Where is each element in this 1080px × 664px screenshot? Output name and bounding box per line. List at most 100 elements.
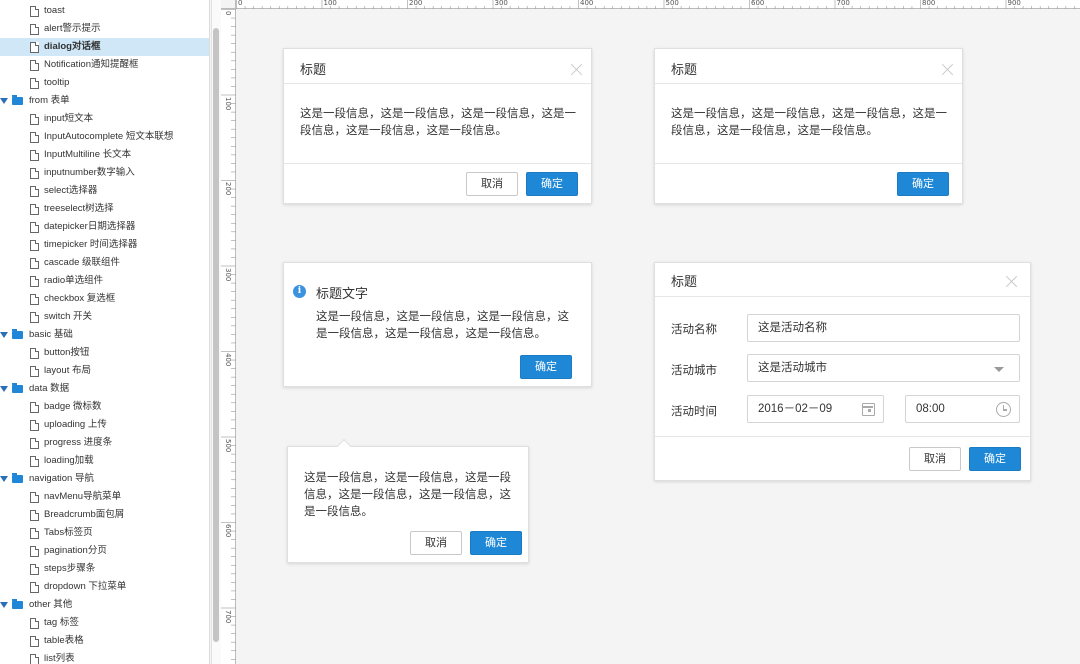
folder-icon [12, 383, 23, 393]
file-icon [30, 636, 39, 647]
design-canvas-app: toast alert警示提示 dialog对话框 Notification通知提醒框… [0, 0, 1080, 664]
file-icon [30, 456, 39, 467]
tree-item[interactable]: Tabs标签页 [0, 524, 209, 542]
folder-icon [12, 329, 23, 339]
activity-name-label: 活动名称 [671, 324, 717, 336]
file-icon [30, 546, 39, 557]
clock-icon[interactable] [996, 402, 1011, 417]
dialog-body: 这是一段信息，这是一段信息，这是一段信息，这是一段信息，这是一段信息，这是一段信… [671, 108, 947, 137]
tree-item-label: treeselect树选择 [44, 203, 114, 214]
tree-item-label: dialog对话框 [44, 41, 101, 52]
file-icon [30, 348, 39, 359]
tree-item[interactable]: badge 微标数 [0, 398, 209, 416]
ruler-label: 500 [665, 0, 679, 7]
tree-item[interactable]: loading加载 [0, 452, 209, 470]
dialog-ok-only: 标题 这是一段信息，这是一段信息，这是一段信息，这是一段信息，这是一段信息，这是… [654, 48, 963, 204]
ruler-label: 300 [224, 267, 232, 281]
tree-item[interactable]: switch 开关 [0, 308, 209, 326]
tree-item[interactable]: steps步骤条 [0, 560, 209, 578]
file-icon [30, 654, 39, 664]
sidebar-scrollbar-thumb[interactable] [213, 28, 219, 642]
tree-item[interactable]: tag 标签 [0, 614, 209, 632]
tree-item[interactable]: dialog对话框 [0, 38, 209, 56]
expand-triangle-icon[interactable] [0, 602, 8, 608]
tree-folder[interactable]: other 其他 [0, 596, 209, 614]
close-icon[interactable] [571, 63, 583, 75]
tree-folder[interactable]: navigation 导航 [0, 470, 209, 488]
tree-item-label: cascade 级联组件 [44, 257, 121, 268]
tree-item[interactable]: dropdown 下拉菜单 [0, 578, 209, 596]
tree-item-label: progress 进度条 [44, 437, 113, 448]
file-icon [30, 528, 39, 539]
folder-icon [12, 473, 23, 483]
tree-item[interactable]: input短文本 [0, 110, 209, 128]
calendar-icon[interactable] [862, 403, 875, 416]
ok-button[interactable]: 确定 [897, 172, 949, 196]
tree-item[interactable]: layout 布局 [0, 362, 209, 380]
folder-icon [12, 95, 23, 105]
file-icon [30, 24, 39, 35]
date-value: 2016－02－09 [758, 403, 833, 415]
tree-item[interactable]: list列表 [0, 650, 209, 664]
tree-item[interactable]: InputAutocomplete 短文本联想 [0, 128, 209, 146]
tree-item-label: Notification通知提醒框 [44, 59, 139, 70]
tree-item[interactable]: table表格 [0, 632, 209, 650]
tree-item[interactable]: progress 进度条 [0, 434, 209, 452]
tree-item-label: loading加载 [44, 455, 94, 466]
ok-button[interactable]: 确定 [470, 531, 522, 555]
file-icon [30, 132, 39, 143]
activity-time-label: 活动时间 [671, 406, 717, 418]
activity-city-select[interactable]: 这是活动城市 [747, 354, 1020, 382]
tree-folder[interactable]: from 表单 [0, 92, 209, 110]
tree-item[interactable]: timepicker 时间选择器 [0, 236, 209, 254]
tree-item[interactable]: navMenu导航菜单 [0, 488, 209, 506]
divider [655, 83, 962, 84]
tree-item[interactable]: alert警示提示 [0, 20, 209, 38]
tree-item[interactable]: checkbox 复选框 [0, 290, 209, 308]
ok-button[interactable]: 确定 [526, 172, 578, 196]
tree-folder[interactable]: basic 基础 [0, 326, 209, 344]
tree-item[interactable]: datepicker日期选择器 [0, 218, 209, 236]
tree-item[interactable]: inputnumber数字输入 [0, 164, 209, 182]
close-icon[interactable] [942, 63, 954, 75]
close-icon[interactable] [1006, 275, 1018, 287]
file-icon [30, 168, 39, 179]
ok-button[interactable]: 确定 [969, 447, 1021, 471]
tree-item[interactable]: Breadcrumb面包屑 [0, 506, 209, 524]
activity-name-input[interactable]: 这是活动名称 [747, 314, 1020, 342]
tree-item-label: InputAutocomplete 短文本联想 [44, 131, 174, 142]
ruler-label: 800 [922, 0, 936, 7]
divider [655, 436, 1030, 437]
tree-item[interactable]: Notification通知提醒框 [0, 56, 209, 74]
file-icon [30, 60, 39, 71]
ruler-label: 400 [580, 0, 594, 7]
expand-triangle-icon[interactable] [0, 98, 8, 104]
tree-item[interactable]: cascade 级联组件 [0, 254, 209, 272]
expand-triangle-icon[interactable] [0, 332, 8, 338]
tree-item-label: inputnumber数字输入 [44, 167, 135, 178]
tree-folder[interactable]: data 数据 [0, 380, 209, 398]
ok-button[interactable]: 确定 [520, 355, 572, 379]
file-icon [30, 6, 39, 17]
tree-item[interactable]: toast [0, 2, 209, 20]
tree-item[interactable]: uploading 上传 [0, 416, 209, 434]
expand-triangle-icon[interactable] [0, 386, 8, 392]
tree-item-label: list列表 [44, 653, 75, 664]
tree-item[interactable]: InputMultiline 长文本 [0, 146, 209, 164]
cancel-button[interactable]: 取消 [909, 447, 961, 471]
tree-item[interactable]: treeselect树选择 [0, 200, 209, 218]
tree-item-label: steps步骤条 [44, 563, 96, 574]
tree-item[interactable]: button按钮 [0, 344, 209, 362]
cancel-button[interactable]: 取消 [410, 531, 462, 555]
cancel-button[interactable]: 取消 [466, 172, 518, 196]
tree-item-label: select选择器 [44, 185, 98, 196]
tree-item-label: from 表单 [29, 95, 70, 106]
chevron-down-icon[interactable] [994, 367, 1004, 372]
tree-item[interactable]: pagination分页 [0, 542, 209, 560]
file-icon [30, 276, 39, 287]
tree-item[interactable]: select选择器 [0, 182, 209, 200]
tree-item[interactable]: tooltip [0, 74, 209, 92]
tree-item[interactable]: radio单选组件 [0, 272, 209, 290]
expand-triangle-icon[interactable] [0, 476, 8, 482]
file-icon [30, 222, 39, 233]
